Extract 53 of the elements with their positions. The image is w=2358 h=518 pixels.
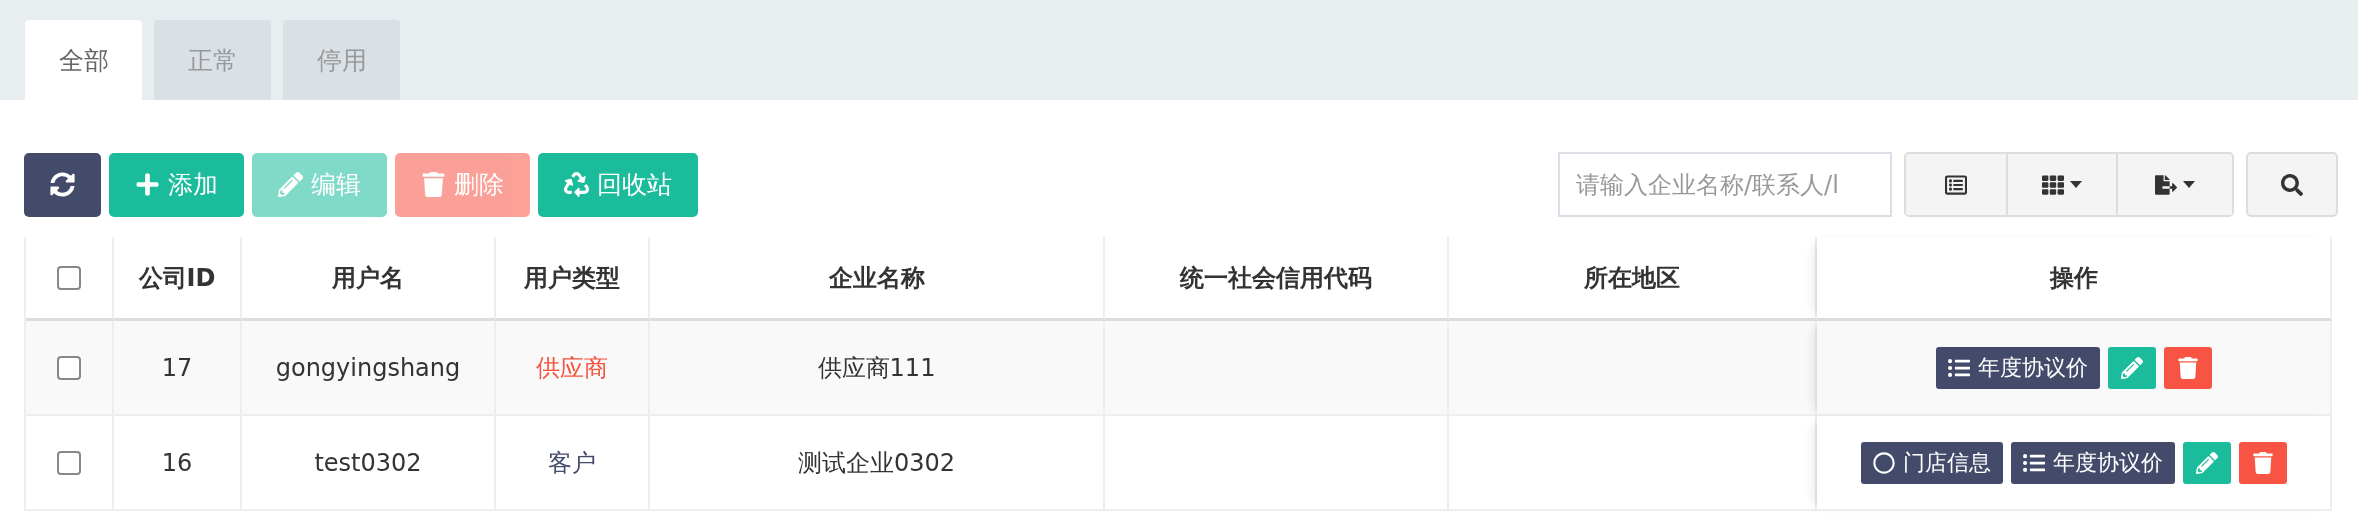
checkbox[interactable] — [57, 265, 81, 290]
pencil-icon — [2120, 356, 2143, 379]
table-cell: test0302 — [242, 416, 496, 511]
search-button[interactable] — [2246, 152, 2338, 217]
table-cell: 供应商 — [496, 321, 650, 416]
trash-icon — [2176, 356, 2199, 379]
column-header: 公司ID — [114, 237, 242, 321]
trash-icon — [2251, 451, 2274, 474]
refresh-button[interactable] — [24, 152, 101, 217]
list-icon — [1945, 173, 1967, 196]
tab[interactable]: 全部 — [25, 20, 142, 100]
edit-button[interactable] — [2182, 441, 2231, 484]
price-button[interactable]: 年度协议价 — [1935, 346, 2100, 389]
table-cell: 17 — [114, 321, 242, 416]
recycle-button[interactable]: 回收站 — [538, 152, 698, 217]
export-icon — [2155, 173, 2177, 196]
column-header: 统一社会信用代码 — [1105, 237, 1449, 321]
tab[interactable]: 停用 — [283, 20, 400, 100]
column-header: 用户名 — [242, 237, 496, 321]
trash-icon — [421, 172, 446, 197]
table-cell: 客户 — [496, 416, 650, 511]
pencil-icon — [278, 172, 303, 197]
table-cell: 测试企业0302 — [650, 416, 1105, 511]
column-header: 所在地区 — [1449, 237, 1817, 321]
refresh-icon — [50, 172, 75, 197]
delete-button[interactable] — [2163, 346, 2212, 389]
store-button[interactable]: 门店信息 — [1860, 441, 2003, 484]
caret-icon — [2183, 181, 2195, 188]
column-header: 企业名称 — [650, 237, 1105, 321]
table-cell: gongyingshang — [242, 321, 496, 416]
checkbox[interactable] — [57, 450, 81, 475]
view-toggle-button[interactable] — [1906, 154, 2006, 215]
recycle-icon — [564, 172, 589, 197]
caret-icon — [2070, 181, 2082, 188]
export-button[interactable] — [2116, 154, 2232, 215]
checkbox[interactable] — [57, 355, 81, 380]
table-cell: 16 — [114, 416, 242, 511]
column-header: 操作 — [1817, 237, 2332, 321]
list-icon — [1947, 356, 1970, 379]
delete-button[interactable] — [2238, 441, 2287, 484]
add-button[interactable]: 添加 — [109, 152, 244, 217]
edit-button[interactable] — [2107, 346, 2156, 389]
tab[interactable]: 正常 — [154, 20, 271, 100]
columns-button[interactable] — [2006, 154, 2116, 215]
column-header: 用户类型 — [496, 237, 650, 321]
price-button[interactable]: 年度协议价 — [2010, 441, 2175, 484]
plus-icon — [135, 172, 160, 197]
grid-icon — [2042, 173, 2064, 196]
search-icon — [2281, 173, 2303, 196]
search-field[interactable]: 请输入企业名称/联系人/l — [1558, 152, 1892, 217]
list-icon — [2022, 451, 2045, 474]
table-cell: 供应商111 — [650, 321, 1105, 416]
pencil-icon — [2195, 451, 2218, 474]
